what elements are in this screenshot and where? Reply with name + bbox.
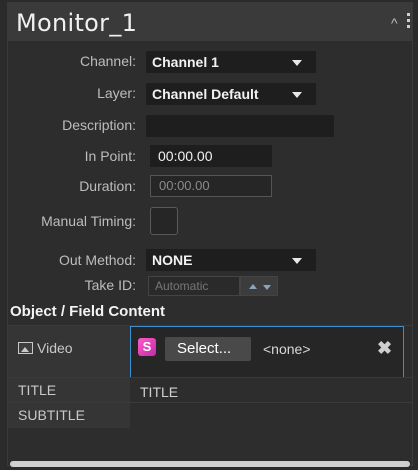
video-row-label: Video <box>8 326 130 377</box>
content-section-header: Object / Field Content <box>10 303 166 320</box>
close-icon[interactable]: ✖ <box>377 338 392 359</box>
image-icon <box>18 342 33 354</box>
channel-dropdown[interactable]: Channel 1 <box>146 51 316 73</box>
manual-timing-label: Manual Timing: <box>41 213 136 229</box>
duration-label: Duration: <box>79 178 136 194</box>
channel-label: Channel: <box>79 53 136 69</box>
video-media-cell[interactable]: S Select... <none> ✖ <box>130 326 404 378</box>
out-method-dropdown[interactable]: NONE <box>146 249 316 271</box>
row-label: TITLE <box>8 378 130 402</box>
layer-value: Channel Default <box>152 86 259 102</box>
manual-timing-checkbox[interactable] <box>150 207 178 235</box>
chevron-down-icon <box>292 92 302 98</box>
video-value: <none> <box>263 341 311 357</box>
description-label: Description: <box>62 117 136 133</box>
in-point-field[interactable]: 00:00.00 <box>150 145 272 167</box>
chevron-down-icon <box>263 285 271 290</box>
panel-titlebar: Monitor_1 ^ <box>8 3 412 41</box>
chevron-down-icon <box>292 258 302 264</box>
kebab-menu-icon[interactable] <box>407 13 411 31</box>
app-logo-icon: S <box>138 338 156 356</box>
row-value[interactable] <box>130 403 140 428</box>
row-value[interactable]: TITLE <box>130 378 178 402</box>
take-id-stepper[interactable] <box>240 276 278 296</box>
layer-dropdown[interactable]: Channel Default <box>146 83 316 105</box>
panel-title: Monitor_1 <box>16 9 138 37</box>
take-id-input[interactable]: Automatic <box>148 276 240 296</box>
duration-field[interactable]: 00:00.00 <box>150 175 272 197</box>
take-id-label: Take ID: <box>84 277 136 293</box>
chevron-up-icon <box>249 284 257 289</box>
out-method-label: Out Method: <box>58 252 136 268</box>
channel-value: Channel 1 <box>152 54 219 70</box>
video-label: Video <box>37 340 73 356</box>
chevron-down-icon <box>292 60 302 66</box>
table-row: TITLE TITLE <box>8 377 412 402</box>
description-field[interactable] <box>146 115 334 137</box>
row-label: SUBTITLE <box>8 403 130 428</box>
layer-label: Layer: <box>97 85 136 101</box>
out-method-value: NONE <box>152 252 193 268</box>
table-row: SUBTITLE <box>8 402 412 428</box>
monitor-panel: Monitor_1 ^ Channel: Channel 1 Layer: Ch… <box>7 2 413 467</box>
collapse-icon[interactable]: ^ <box>391 15 398 31</box>
horizontal-scrollbar[interactable] <box>10 461 410 467</box>
video-row: Video S Select... <none> ✖ <box>8 325 412 378</box>
select-button[interactable]: Select... <box>165 337 251 361</box>
in-point-label: In Point: <box>84 148 136 164</box>
